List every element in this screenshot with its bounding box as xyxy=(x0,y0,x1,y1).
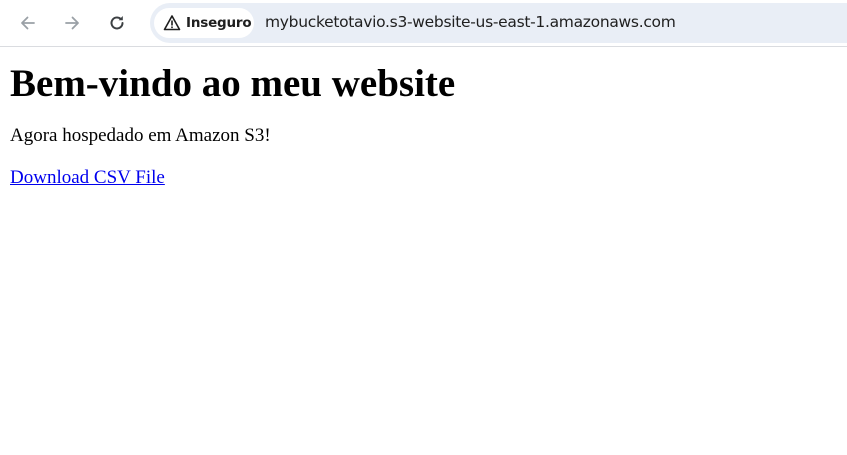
page-heading: Bem-vindo ao meu website xyxy=(10,62,456,105)
url-text[interactable]: mybucketotavio.s3-website-us-east-1.amaz… xyxy=(265,13,676,31)
reload-button[interactable] xyxy=(99,5,135,41)
arrow-left-icon xyxy=(21,16,35,30)
download-paragraph: Download CSV File xyxy=(10,167,837,189)
forward-button[interactable] xyxy=(54,5,90,41)
reload-icon xyxy=(110,16,124,30)
page-content: Bem-vindo ao meu website Agora hospedado… xyxy=(0,61,847,189)
browser-toolbar: Inseguro mybucketotavio.s3-website-us-ea… xyxy=(0,0,847,47)
address-bar[interactable]: Inseguro mybucketotavio.s3-website-us-ea… xyxy=(150,3,847,43)
security-chip[interactable]: Inseguro xyxy=(154,8,254,38)
intro-paragraph: Agora hospedado em Amazon S3! xyxy=(10,125,271,146)
security-label: Inseguro xyxy=(186,15,252,31)
warning-triangle-icon xyxy=(163,14,181,32)
back-button[interactable] xyxy=(10,5,46,41)
arrow-right-icon xyxy=(65,16,79,30)
download-csv-link[interactable]: Download CSV File xyxy=(10,167,165,188)
